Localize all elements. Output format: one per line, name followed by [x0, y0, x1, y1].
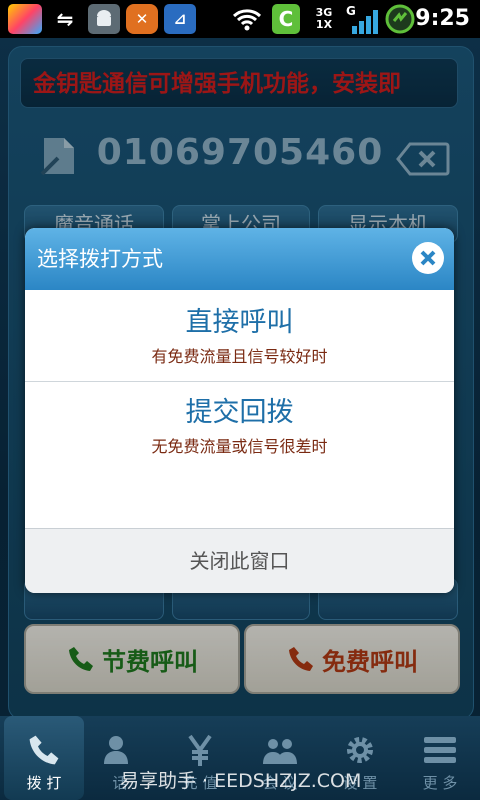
network-subtype: 1X: [315, 18, 333, 31]
option-subtitle: 无免费流量或信号很差时: [151, 437, 328, 456]
c-app-icon: C: [272, 4, 300, 34]
android-icon: [88, 4, 120, 34]
option-subtitle: 有免费流量且信号较好时: [151, 347, 328, 366]
signal-icon: G: [346, 4, 380, 34]
clock: 9:25: [415, 6, 470, 31]
close-icon: [420, 250, 436, 266]
divider: [25, 381, 454, 382]
tab-more[interactable]: 更 多: [400, 716, 480, 800]
option-direct-call[interactable]: 直接呼叫 有免费流量且信号较好时: [25, 300, 454, 367]
tab-label: 拨 打: [26, 774, 62, 792]
dialog-title: 选择拨打方式: [37, 247, 163, 271]
group-icon: [263, 739, 297, 764]
option-callback[interactable]: 提交回拨 无免费流量或信号很差时: [25, 390, 454, 457]
tab-dial[interactable]: 拨 打: [4, 716, 84, 800]
graph-icon: ⊿: [164, 4, 196, 34]
contacts-icon: [104, 736, 128, 764]
task-icon: ✕: [126, 4, 158, 34]
yen-icon: [188, 734, 212, 766]
option-title: 直接呼叫: [185, 307, 294, 338]
usb-icon: ⇋: [56, 7, 74, 31]
watermark: 易享助手 · EEDSHZJZ.COM: [120, 770, 362, 792]
wifi-icon: [230, 4, 264, 34]
network-type-icon: 3G 1X: [305, 4, 343, 34]
close-button[interactable]: [412, 242, 444, 274]
app-icon: [8, 4, 42, 34]
status-bar: ⇋ ✕ ⊿ C 3G 1X G 9:25: [0, 0, 480, 38]
dial-mode-dialog: 选择拨打方式 直接呼叫 有免费流量且信号较好时 提交回拨 无免费流量或信号很差时…: [25, 228, 454, 593]
menu-icon: [424, 737, 456, 763]
close-window-button[interactable]: 关闭此窗口: [25, 528, 454, 593]
signal-letter: G: [346, 4, 356, 18]
option-title: 提交回拨: [185, 397, 294, 428]
dialog-header: 选择拨打方式: [25, 228, 454, 290]
battery-icon: [384, 4, 416, 34]
phone-icon: [29, 735, 59, 765]
gear-icon: [347, 737, 373, 763]
tab-label: 更 多: [422, 774, 458, 792]
